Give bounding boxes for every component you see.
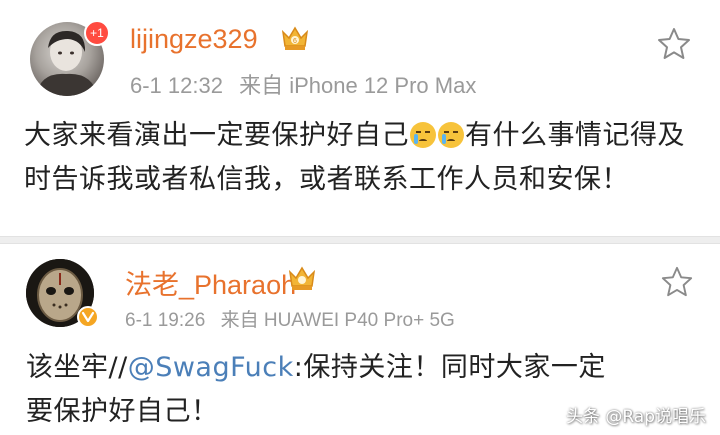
- crown-badge-icon: [287, 264, 317, 296]
- notification-badge: +1: [84, 20, 110, 46]
- crown-badge-icon: 6: [280, 24, 310, 56]
- weibo-post-1: +1 lijingze329 6 6-1 12:32 来自 iPhone 12 …: [0, 0, 720, 236]
- username[interactable]: 法老_Pharaoh: [125, 263, 296, 302]
- crying-emoji-icon: [438, 122, 464, 148]
- watermark: 头条 @Rap说唱乐: [565, 407, 706, 427]
- post-time: 6-1 19:26: [125, 310, 206, 331]
- star-icon[interactable]: [656, 26, 692, 66]
- post-body-text: 大家来看演出一定要保护好自己: [24, 120, 409, 151]
- mention-link[interactable]: @SwagFuck: [128, 352, 294, 383]
- username[interactable]: lijingze329: [130, 24, 258, 55]
- post-time: 6-1 12:32: [130, 73, 223, 98]
- post-body-text: 该坐牢//: [26, 352, 128, 383]
- post-body: 大家来看演出一定要保护好自己 有什么事情记得及时告诉我或者私信我，或者联系工作人员…: [24, 114, 694, 202]
- star-icon[interactable]: [660, 265, 694, 303]
- svg-text:6: 6: [293, 38, 297, 45]
- post-meta: 6-1 12:32 来自 iPhone 12 Pro Max: [130, 68, 486, 100]
- verified-icon: [77, 306, 99, 328]
- post-meta: 6-1 19:26 来自 HUAWEI P40 Pro+ 5G: [125, 305, 465, 332]
- crying-emoji-icon: [410, 122, 436, 148]
- post-body: 该坐牢//@SwagFuck:保持关注！同时大家一定要保护好自己！: [26, 346, 626, 434]
- post-source: 来自 iPhone 12 Pro Max: [239, 73, 477, 98]
- post-source: 来自 HUAWEI P40 Pro+ 5G: [220, 310, 455, 331]
- post-divider: [0, 236, 720, 244]
